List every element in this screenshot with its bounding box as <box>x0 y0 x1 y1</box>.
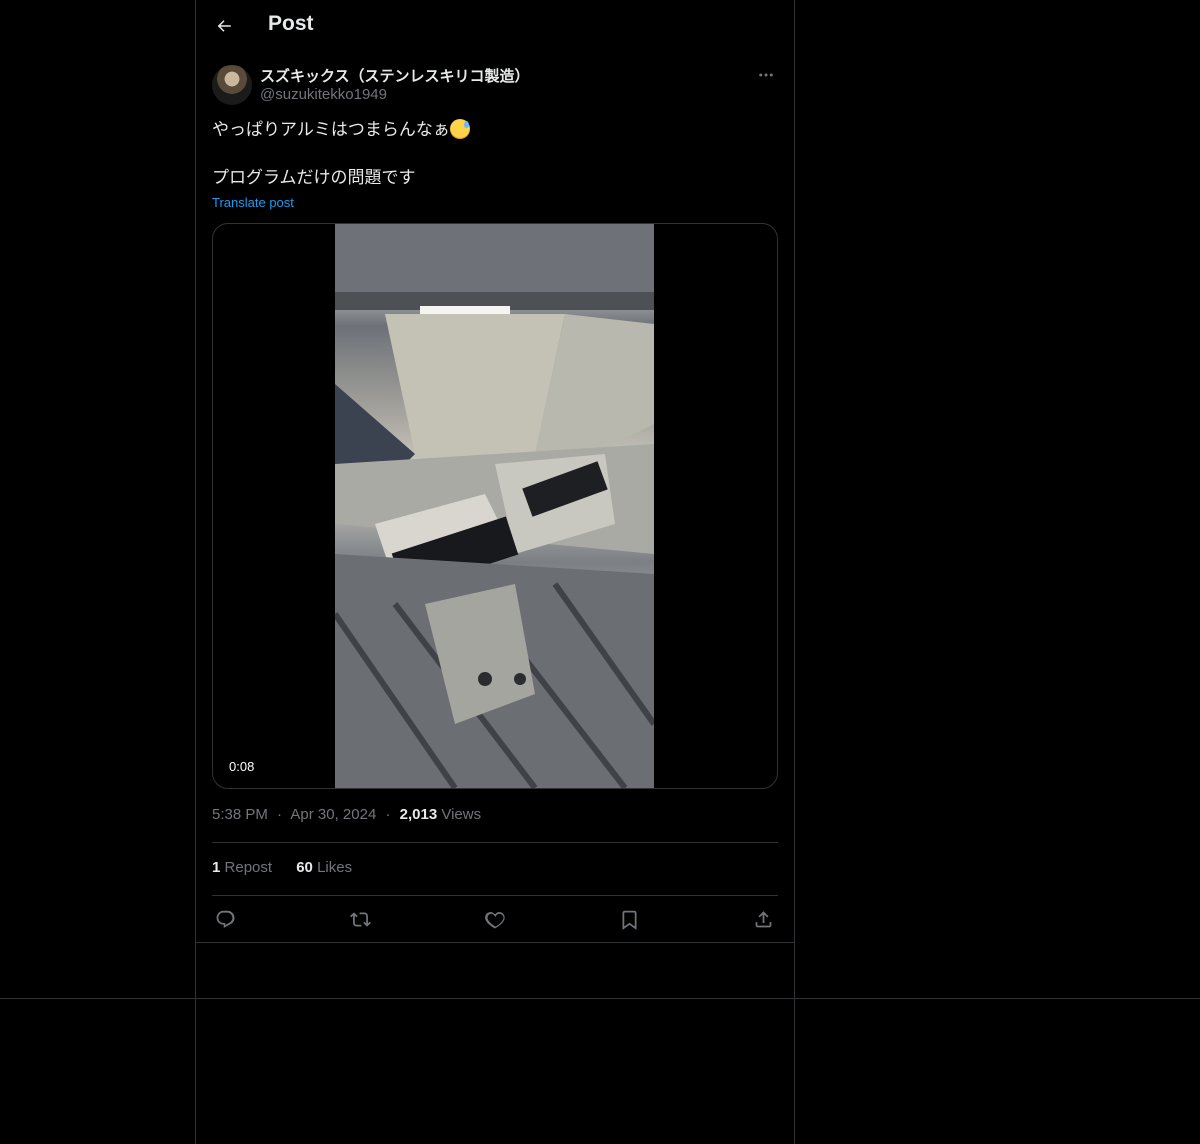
divider <box>212 895 778 896</box>
page-title: Post <box>268 12 314 35</box>
likes-stat[interactable]: 60 Likes <box>296 859 352 876</box>
share-button[interactable] <box>750 906 776 932</box>
post-metadata: 5:38 PM · Apr 30, 2024 · 2,013 Views <box>212 806 481 823</box>
bookmark-button[interactable] <box>616 906 642 932</box>
avatar[interactable] <box>212 65 252 105</box>
author-display-name[interactable]: スズキックス（ステンレスキリコ製造） <box>260 65 530 86</box>
likes-label: Likes <box>317 859 353 876</box>
post-stats: 1 Repost 60 Likes <box>212 859 372 876</box>
bookmark-icon <box>622 910 636 930</box>
like-button[interactable] <box>482 906 508 932</box>
post-video[interactable]: 0:08 <box>212 223 778 789</box>
more-horizontal-icon <box>759 73 773 77</box>
sweat-smile-emoji-icon <box>449 119 470 139</box>
translate-post-link[interactable]: Translate post <box>212 195 294 210</box>
divider <box>212 842 778 843</box>
post-bottom-border <box>196 942 794 943</box>
likes-count: 60 <box>296 859 313 876</box>
reply-button[interactable] <box>212 906 238 932</box>
page-header: Post <box>196 0 794 53</box>
views-label: Views <box>441 806 482 823</box>
meta-separator: · <box>277 806 283 823</box>
machining-scene-image <box>335 224 654 788</box>
back-button[interactable] <box>212 14 236 38</box>
post-text-line-1: やっぱりアルミはつまらんなぁ <box>212 120 450 139</box>
video-thumbnail <box>335 224 654 788</box>
share-icon <box>755 910 771 927</box>
views-count: 2,013 <box>399 806 438 823</box>
video-duration: 0:08 <box>225 757 259 776</box>
author-handle[interactable]: @suzukitekko1949 <box>260 86 387 103</box>
repost-icon <box>349 911 371 927</box>
reply-icon <box>216 910 235 928</box>
post-actions-bar <box>212 906 778 932</box>
like-icon <box>484 911 505 929</box>
more-options-button[interactable] <box>754 64 778 86</box>
reposts-count: 1 <box>212 859 221 876</box>
meta-separator: · <box>385 806 391 823</box>
arrow-left-icon <box>217 20 231 32</box>
repost-button[interactable] <box>347 906 373 932</box>
post-time[interactable]: 5:38 PM <box>212 806 268 823</box>
post-text: やっぱりアルミはつまらんなぁ プログラムだけの問題です <box>212 118 778 190</box>
primary-column: Post スズキックス（ステンレスキリコ製造） @suzukitekko1949… <box>195 0 795 1144</box>
post-text-line-2: プログラムだけの問題です <box>212 168 416 187</box>
reposts-label: Repost <box>224 859 273 876</box>
post-date[interactable]: Apr 30, 2024 <box>290 806 376 823</box>
post-author: スズキックス（ステンレスキリコ製造） @suzukitekko1949 <box>212 64 778 108</box>
reposts-stat[interactable]: 1 Repost <box>212 859 272 876</box>
